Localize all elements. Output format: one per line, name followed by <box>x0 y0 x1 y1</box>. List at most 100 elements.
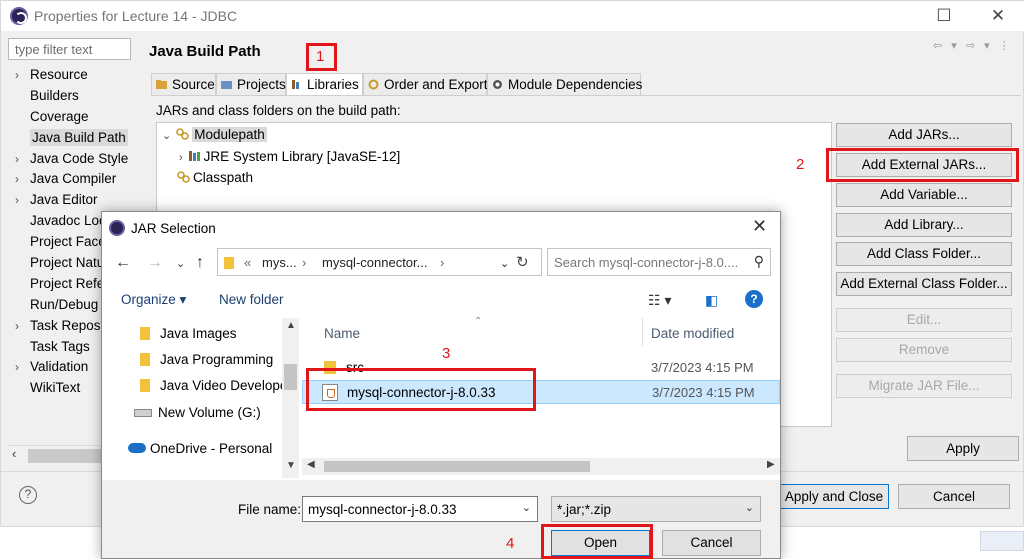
add-external-class-folder-button[interactable]: Add External Class Folder... <box>836 272 1012 296</box>
breadcrumb-chevron-icon[interactable]: › <box>302 255 306 270</box>
add-variable-button[interactable]: Add Variable... <box>836 183 1012 207</box>
cancel-button[interactable]: Cancel <box>898 484 1010 509</box>
tree-row-jre[interactable]: › JRE System Library [JavaSE-12] <box>179 149 400 164</box>
source-folder-icon <box>156 80 167 89</box>
breadcrumb-chevron-icon[interactable]: › <box>440 255 444 270</box>
scroll-right-icon[interactable]: ▶ <box>767 459 775 470</box>
chevron-down-icon[interactable]: ⌄ <box>745 501 754 514</box>
help-icon[interactable]: ? <box>745 290 763 308</box>
tree-row-classpath[interactable]: Classpath <box>177 170 253 185</box>
add-library-button[interactable]: Add Library... <box>836 213 1012 237</box>
edit-button[interactable]: Edit... <box>836 308 1012 332</box>
dialog-cancel-button[interactable]: Cancel <box>662 530 761 556</box>
chevron-right-icon[interactable]: › <box>15 65 19 86</box>
chevron-down-icon[interactable]: ⌄ <box>522 501 531 514</box>
address-bar[interactable]: « mys... › mysql-connector... › ⌄ ↻ <box>217 248 542 276</box>
window-title: Properties for Lecture 14 - JDBC <box>34 8 238 24</box>
annotation-number-3: 3 <box>442 345 451 362</box>
eclipse-icon <box>109 220 125 236</box>
cloud-icon <box>128 443 146 453</box>
nav-item-java-images[interactable]: Java Images <box>140 326 237 341</box>
add-jars-button[interactable]: Add JARs... <box>836 123 1012 147</box>
folder-icon <box>140 379 150 392</box>
title-bar: Properties for Lecture 14 - JDBC ☐ ✕ <box>1 1 1024 31</box>
tab-order-and-export[interactable]: Order and Export <box>363 73 488 95</box>
column-divider[interactable] <box>642 318 643 346</box>
breadcrumb-overflow-icon[interactable]: « <box>244 255 251 270</box>
scrollbar-thumb[interactable] <box>284 364 297 390</box>
address-row: ← → ⌄ ↑ « mys... › mysql-connector... › … <box>102 248 780 278</box>
search-icon[interactable]: ⚲ <box>754 253 764 270</box>
recent-locations-icon[interactable]: ⌄ <box>176 257 185 270</box>
nav-item-java-editor[interactable]: › Java Editor <box>8 190 132 211</box>
scroll-down-icon[interactable]: ▼ <box>286 460 296 471</box>
nav-item-java-compiler[interactable]: › Java Compiler <box>8 169 132 190</box>
up-arrow-icon[interactable]: ↑ <box>196 254 204 272</box>
search-input[interactable]: Search mysql-connector-j-8.0.... ⚲ <box>547 248 771 276</box>
refresh-icon[interactable]: ↻ <box>516 253 529 271</box>
apply-and-close-button[interactable]: Apply and Close <box>779 484 889 509</box>
nav-item-new-volume[interactable]: New Volume (G:) <box>134 405 261 420</box>
chevron-right-icon[interactable]: › <box>15 357 19 378</box>
apply-button[interactable]: Apply <box>907 436 1019 461</box>
scroll-left-icon[interactable]: ◀ <box>307 459 315 470</box>
close-icon[interactable]: ✕ <box>752 216 767 237</box>
drive-icon <box>134 409 152 417</box>
column-header-date[interactable]: Date modified <box>651 326 734 341</box>
chevron-right-icon[interactable]: › <box>15 316 19 337</box>
breadcrumb-item[interactable]: mys... <box>262 255 297 270</box>
scroll-up-icon[interactable]: ▲ <box>286 320 296 331</box>
tab-module-dependencies[interactable]: Module Dependencies <box>487 73 642 95</box>
file-name-input[interactable]: mysql-connector-j-8.0.33 ⌄ <box>302 496 538 522</box>
nav-item-java-programming[interactable]: Java Programming <box>140 352 273 367</box>
tab-libraries[interactable]: Libraries <box>286 73 363 95</box>
tree-row-modulepath[interactable]: ⌄ Modulepath <box>162 127 267 142</box>
view-options-icon[interactable]: ☷ ▾ <box>648 292 671 309</box>
folder-icon <box>140 327 150 340</box>
annotation-box-4 <box>541 524 653 559</box>
breadcrumb-item[interactable]: mysql-connector... <box>322 255 428 270</box>
annotation-box-3 <box>306 368 536 411</box>
file-type-select[interactable]: *.jar;*.zip ⌄ <box>551 496 761 522</box>
nav-item-builders[interactable]: Builders <box>8 86 132 107</box>
migrate-jar-button[interactable]: Migrate JAR File... <box>836 374 1012 398</box>
scrollbar-thumb[interactable] <box>324 461 590 472</box>
maximize-icon[interactable]: ☐ <box>933 5 955 27</box>
chevron-right-icon[interactable]: › <box>15 190 19 211</box>
projects-icon <box>221 81 232 89</box>
help-icon[interactable]: ? <box>19 486 37 504</box>
tab-projects[interactable]: Projects <box>216 73 286 95</box>
back-arrow-icon[interactable]: ← <box>115 254 131 272</box>
chevron-right-icon[interactable]: › <box>15 149 19 170</box>
libraries-icon <box>292 80 299 89</box>
forward-arrow-icon[interactable]: → <box>147 254 163 272</box>
filter-input[interactable]: type filter text <box>8 38 131 60</box>
scroll-left-icon[interactable]: ‹ <box>12 446 16 461</box>
column-header-name[interactable]: Name <box>324 326 360 341</box>
page-title: Java Build Path <box>149 43 261 60</box>
file-list-scrollbar[interactable]: ◀ ▶ <box>302 458 780 475</box>
navigation-scrollbar[interactable]: ▲ ▼ <box>282 318 299 478</box>
nav-item-coverage[interactable]: Coverage <box>8 107 132 128</box>
chevron-down-icon[interactable]: ⌄ <box>162 130 171 142</box>
nav-item-onedrive[interactable]: OneDrive - Personal <box>128 441 272 456</box>
nav-item-java-build-path[interactable]: Java Build Path <box>8 128 132 149</box>
nav-item-resource[interactable]: › Resource <box>8 65 132 86</box>
chevron-right-icon[interactable]: › <box>15 169 19 190</box>
preview-pane-icon[interactable]: ◧ <box>705 292 718 309</box>
organize-button[interactable]: Organize ▾ <box>121 292 186 308</box>
new-folder-button[interactable]: New folder <box>219 292 284 307</box>
background-strip <box>780 527 1024 559</box>
classpath-icon <box>177 171 190 183</box>
tab-source[interactable]: Source <box>151 73 216 95</box>
add-class-folder-button[interactable]: Add Class Folder... <box>836 242 1012 266</box>
close-icon[interactable]: ✕ <box>987 5 1009 27</box>
chevron-right-icon[interactable]: › <box>179 152 183 164</box>
scrollbar-thumb[interactable] <box>28 449 108 463</box>
nav-item-java-code-style[interactable]: › Java Code Style <box>8 149 132 170</box>
address-dropdown-icon[interactable]: ⌄ <box>500 257 509 270</box>
annotation-box-2 <box>826 148 1019 182</box>
remove-button[interactable]: Remove <box>836 338 1012 362</box>
nav-item-java-video[interactable]: Java Video Develope <box>140 378 287 393</box>
history-nav-icons[interactable]: ⇦ ▾ ⇨ ▾ ⋮ <box>933 39 1013 52</box>
